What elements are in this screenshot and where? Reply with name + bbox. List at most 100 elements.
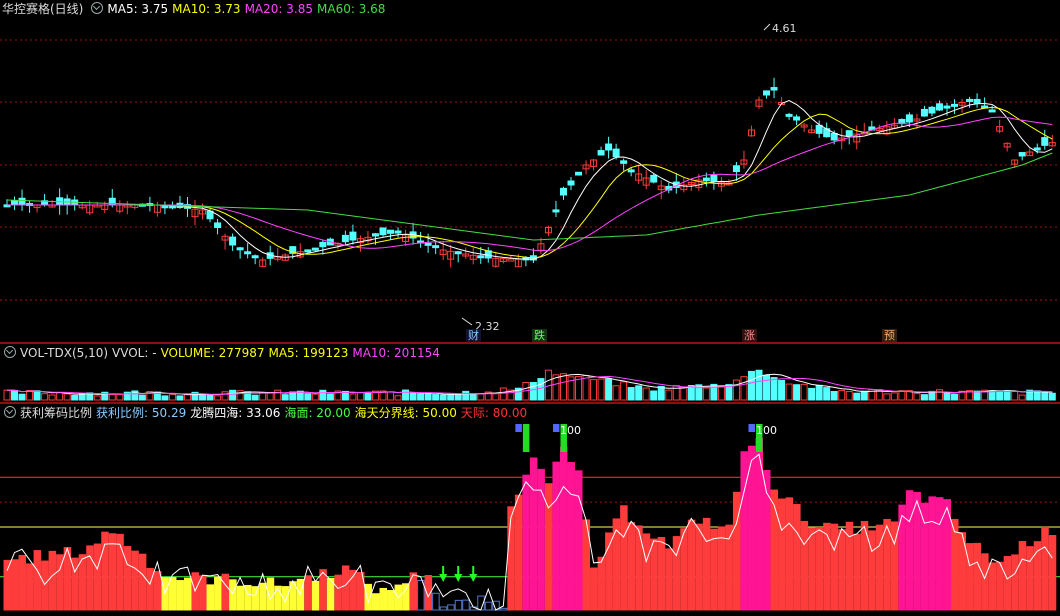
volume-bar [409, 392, 417, 401]
profit-bar [717, 526, 726, 611]
volume-bar [612, 385, 620, 401]
volume-bar [236, 390, 244, 401]
volume-bar [281, 394, 289, 401]
candle-body [507, 258, 515, 262]
marker-die[interactable]: 跌 [532, 329, 547, 342]
profit-bar [514, 494, 523, 611]
volume-bar [63, 393, 71, 401]
profit-bar [439, 606, 448, 611]
hundred-label-2: 100 [756, 424, 777, 437]
candle-body [793, 116, 801, 121]
profit-bar [379, 587, 387, 611]
volume-bar [605, 378, 613, 401]
candle-body [966, 98, 974, 102]
volume-bar [33, 390, 41, 401]
profit-bar [567, 462, 575, 611]
profit-bar [650, 538, 658, 611]
volume-bar [116, 394, 124, 401]
volume-bar [462, 390, 470, 401]
volume-bar [1011, 390, 1019, 401]
marker-cai[interactable]: 财 [466, 329, 481, 342]
profit-bar [341, 565, 350, 611]
volume-bar [311, 393, 319, 401]
volume-bar [597, 378, 605, 401]
profit-bar [41, 560, 49, 611]
volume-bar [996, 391, 1004, 401]
candle-body [928, 106, 936, 114]
profit-bar [823, 522, 831, 611]
peak-cap [515, 424, 522, 432]
profit-bar [507, 506, 515, 611]
volume-bar [650, 390, 658, 401]
volume-chart[interactable] [0, 344, 1060, 402]
down-arrow-icon [454, 566, 463, 582]
candle-body [605, 143, 613, 151]
candle-body [349, 231, 357, 241]
down-arrow-icon [469, 566, 478, 582]
candle-body [1018, 152, 1026, 157]
candlestick-chart[interactable] [0, 0, 1060, 342]
volume-bar [439, 394, 447, 401]
profit-bar [920, 502, 929, 611]
profit-bar [499, 607, 508, 611]
profit-bar [552, 461, 560, 611]
profit-bar [371, 593, 380, 611]
candle-body [1033, 147, 1041, 151]
peak-cap [552, 424, 560, 432]
volume-bar [251, 394, 259, 401]
profit-bar [702, 517, 711, 611]
volume-bar [229, 389, 237, 401]
volume-bar [642, 387, 650, 401]
profit-bar [710, 528, 718, 611]
volume-bar [1033, 390, 1041, 401]
profit-bar [793, 504, 801, 611]
candle-body [770, 87, 778, 91]
volume-bar [161, 395, 169, 401]
volume-bar [702, 387, 710, 401]
volume-bar [266, 392, 274, 401]
volume-bar [529, 382, 537, 401]
volume-bar [364, 392, 372, 401]
profit-bar [1011, 554, 1019, 611]
candle-body [424, 242, 432, 246]
profit-bar [905, 490, 914, 611]
profit-bar [951, 518, 959, 611]
candle-body [229, 236, 237, 246]
volume-bar [830, 390, 838, 401]
profit-bar [229, 579, 237, 611]
volume-bar [41, 393, 49, 401]
volume-bar [432, 394, 440, 401]
candle-body [552, 209, 560, 213]
profit-bar [559, 446, 568, 611]
volume-bar [620, 381, 628, 401]
volume-bar [582, 375, 590, 401]
profit-bar [11, 559, 19, 611]
volume-bar [56, 392, 64, 401]
profit-bar [447, 604, 455, 611]
candle-body [244, 251, 252, 255]
volume-panel[interactable]: VOL-TDX(5,10) VVOL: - VOLUME: 277987 MA5: 1… [0, 344, 1060, 402]
volume-bar [326, 393, 334, 401]
profit-chart[interactable] [0, 404, 1060, 616]
profit-bar [1041, 526, 1049, 611]
candle-body [627, 169, 635, 173]
profit-panel[interactable]: 获利筹码比例 获利比例: 50.29 龙腾四海: 33.06 海面: 20.00 海天分… [0, 404, 1060, 616]
profit-bar [913, 491, 921, 611]
candle-body [11, 200, 19, 206]
volume-bar [845, 391, 853, 401]
low-pointer [461, 317, 473, 326]
volume-bar [951, 393, 959, 401]
volume-bar [274, 389, 282, 401]
marker-yu[interactable]: 预 [882, 329, 897, 342]
volume-bar [732, 379, 740, 401]
volume-bar [853, 392, 861, 401]
price-panel[interactable]: 华控赛格(日线) MA5: 3.75 MA10: 3.73 MA20: 3.85 MA6… [0, 0, 1060, 342]
candle-body [785, 113, 793, 117]
profit-bar [176, 580, 184, 611]
peak-cap [748, 424, 755, 432]
candle-body [161, 205, 169, 209]
volume-bar [108, 394, 116, 401]
profit-bar [26, 563, 34, 611]
candle-body [311, 247, 319, 251]
marker-zhang[interactable]: 涨 [742, 329, 757, 342]
